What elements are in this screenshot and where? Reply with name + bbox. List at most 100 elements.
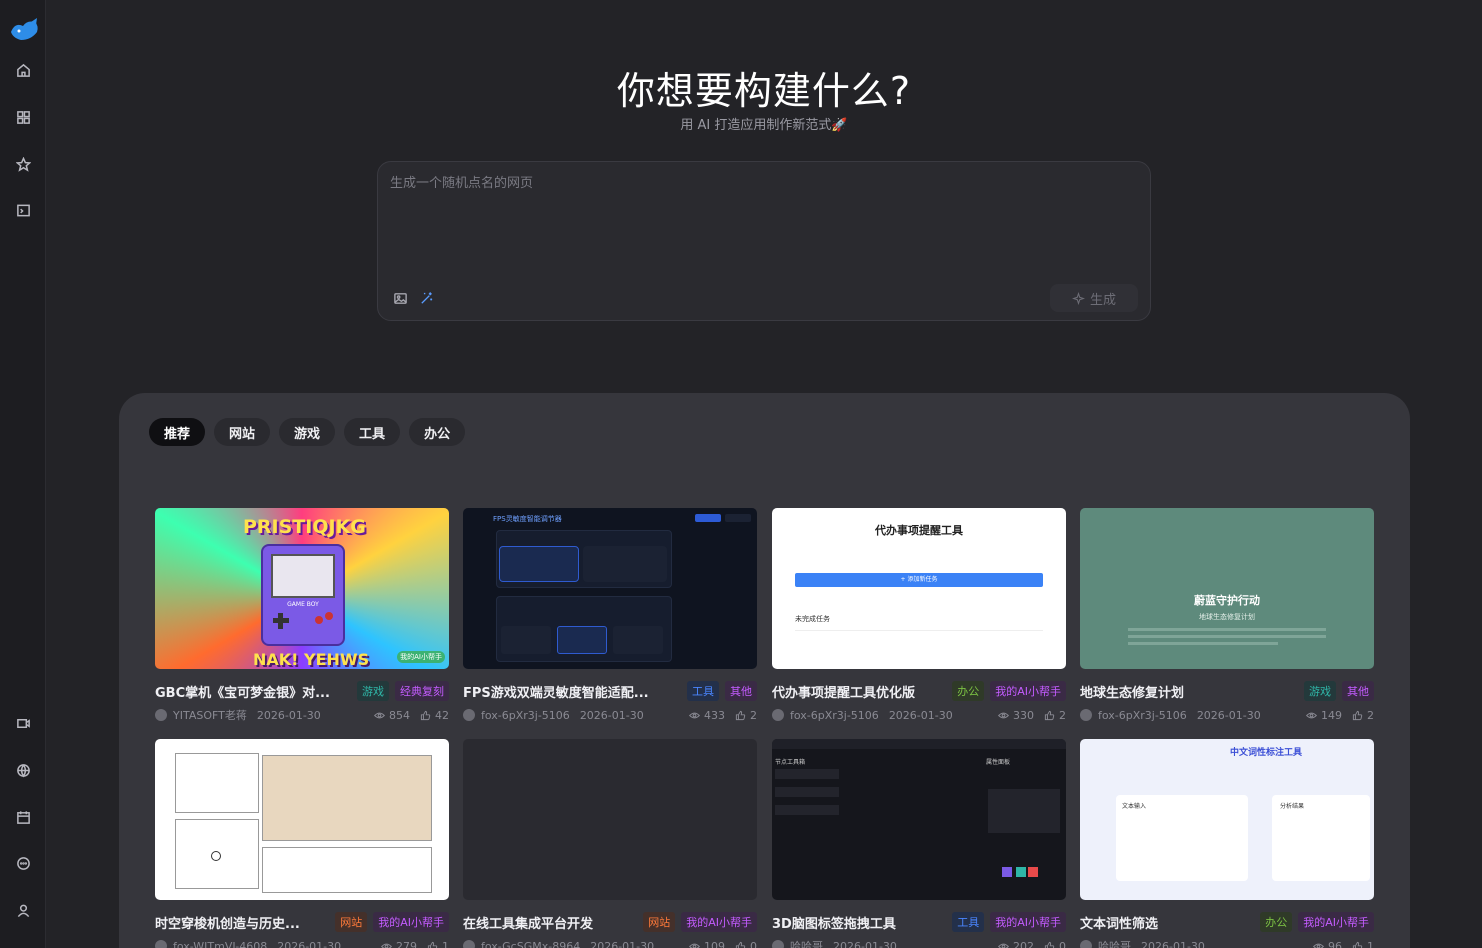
publish-date: 2026-01-30: [590, 939, 655, 948]
project-card[interactable]: 中文词性标注工具 文本输入 分析结果 文本词性筛选 办公 我的AI小帮手 哈哈哥…: [1080, 739, 1374, 948]
author-name[interactable]: 哈哈哥: [790, 938, 823, 948]
video-icon[interactable]: [11, 711, 35, 735]
card-title: 代办事项提醒工具优化版: [772, 685, 916, 701]
publish-date: 2026-01-30: [256, 708, 321, 722]
thumbs-up-icon[interactable]: [1352, 710, 1363, 721]
card-thumbnail[interactable]: FPS灵敏度智能调节器: [463, 508, 757, 669]
tag-badge[interactable]: 我的AI小帮手: [990, 912, 1066, 932]
calendar-icon[interactable]: [11, 805, 35, 829]
author-name[interactable]: fox-6pXr3j-5106: [790, 709, 879, 722]
project-card[interactable]: 蔚蓝守护行动 地球生态修复计划 地球生态修复计划 游戏 其他 fox-6pXr3…: [1080, 508, 1374, 722]
thumb-panel: 属性面板: [986, 759, 1011, 766]
thumbs-up-icon[interactable]: [735, 710, 746, 721]
author-name[interactable]: fox-6pXr3j-5106: [481, 709, 570, 722]
thumbs-up-icon[interactable]: [735, 941, 746, 948]
tab-recommend[interactable]: 推荐: [149, 418, 206, 446]
thumbs-up-icon[interactable]: [420, 710, 431, 721]
tag-badge[interactable]: 游戏: [1304, 681, 1336, 701]
tag-badge[interactable]: 我的AI小帮手: [1298, 912, 1374, 932]
publish-date: 2026-01-30: [888, 708, 953, 722]
card-thumbnail[interactable]: 蔚蓝守护行动 地球生态修复计划: [1080, 508, 1374, 669]
card-thumbnail[interactable]: 节点工具箱 属性面板: [772, 739, 1066, 900]
star-icon[interactable]: [11, 152, 35, 176]
terminal-icon[interactable]: [11, 198, 35, 222]
project-card[interactable]: 时空穿梭机创造与历史... 网站 我的AI小帮手 fox-WJTmVJ-4608…: [155, 739, 449, 948]
app-logo[interactable]: [9, 16, 41, 44]
view-count: 109: [704, 939, 725, 948]
generate-button[interactable]: 生成: [1050, 284, 1138, 312]
gameboy-console: GAME BOY: [261, 544, 345, 646]
thumb-section: 未完成任务: [795, 615, 830, 623]
project-card[interactable]: PRISTIQJKG GAME BOY NAK! YEHWS 我的AI小帮手 G…: [155, 508, 449, 722]
grid-icon[interactable]: [11, 105, 35, 129]
home-icon[interactable]: [11, 58, 35, 82]
sidebar: [0, 0, 46, 948]
globe-icon[interactable]: [11, 758, 35, 782]
project-card[interactable]: 代办事项提醒工具 + 添加新任务 未完成任务 代办事项提醒工具优化版 办公 我的…: [772, 508, 1066, 722]
avatar: [463, 709, 475, 721]
page-subtitle: 用 AI 打造应用制作新范式🚀: [680, 118, 848, 133]
thumbs-up-icon[interactable]: [1044, 941, 1055, 948]
publish-date: 2026-01-30: [579, 708, 644, 722]
tag-badge[interactable]: 工具: [952, 912, 985, 932]
tag-badge[interactable]: 其他: [725, 681, 757, 701]
project-card[interactable]: FPS灵敏度智能调节器 FPS游戏双端灵敏度智能适配... 工具 其他 fox-…: [463, 508, 757, 722]
tag-badge[interactable]: 工具: [687, 681, 719, 701]
like-count: 2: [1367, 708, 1374, 722]
chat-icon[interactable]: [11, 851, 35, 875]
tag-badge[interactable]: 其他: [1342, 681, 1374, 701]
view-count: 202: [1013, 939, 1034, 948]
card-thumbnail[interactable]: 中文词性标注工具 文本输入 分析结果: [1080, 739, 1374, 900]
tab-office[interactable]: 办公: [409, 418, 466, 446]
tag-badge[interactable]: 我的AI小帮手: [373, 912, 449, 932]
tag-badge[interactable]: 办公: [1260, 912, 1293, 932]
like-count: 1: [442, 939, 449, 948]
eye-icon: [998, 943, 1009, 948]
eye-icon: [689, 943, 700, 948]
eye-icon: [374, 712, 385, 718]
tab-website[interactable]: 网站: [214, 418, 271, 446]
prompt-input[interactable]: [390, 172, 1130, 272]
card-thumbnail[interactable]: [463, 739, 757, 900]
thumb-heading: PRISTIQJKG: [243, 516, 366, 538]
author-name[interactable]: YITASOFT老蒋: [173, 707, 247, 723]
tag-badge[interactable]: 网站: [335, 912, 368, 932]
image-upload-icon[interactable]: [391, 289, 409, 307]
tab-game[interactable]: 游戏: [279, 418, 336, 446]
tag-badge[interactable]: 经典复刻: [395, 681, 449, 701]
author-name[interactable]: fox-GcSGMx-8964: [481, 940, 580, 948]
author-name[interactable]: fox-WJTmVJ-4608: [173, 940, 267, 948]
console-label: GAME BOY: [287, 601, 319, 608]
thumbs-up-icon[interactable]: [427, 941, 438, 948]
tab-tool[interactable]: 工具: [344, 418, 401, 446]
gallery-panel: 推荐 网站 游戏 工具 办公 PRISTIQJKG GAME BOY NAK! …: [119, 393, 1410, 948]
user-icon[interactable]: [11, 898, 35, 922]
thumb-section: 节点工具箱: [775, 759, 806, 766]
thumbs-up-icon[interactable]: [1352, 941, 1363, 948]
like-count: 1: [1367, 939, 1374, 948]
avatar: [772, 709, 784, 721]
tag-badge[interactable]: 我的AI小帮手: [681, 912, 757, 932]
card-thumbnail[interactable]: [155, 739, 449, 900]
thumb-input: 文本输入: [1122, 803, 1147, 810]
card-title: 3D脑图标签拖拽工具: [772, 916, 896, 932]
card-title: 文本词性筛选: [1080, 916, 1159, 932]
project-card[interactable]: 节点工具箱 属性面板 3D脑图标签拖拽工具 工具 我的AI小帮手 哈哈哥 202…: [772, 739, 1066, 948]
thumb-button: + 添加新任务: [795, 573, 1043, 587]
author-name[interactable]: 哈哈哥: [1098, 938, 1131, 948]
thumbs-up-icon[interactable]: [1044, 710, 1055, 721]
thumb-subheading: 地球生态修复计划: [1199, 613, 1255, 621]
project-card[interactable]: 在线工具集成平台开发 网站 我的AI小帮手 fox-GcSGMx-8964 20…: [463, 739, 757, 948]
author-name[interactable]: fox-6pXr3j-5106: [1098, 709, 1187, 722]
tag-badge[interactable]: 游戏: [357, 681, 389, 701]
avatar: [1080, 709, 1092, 721]
card-thumbnail[interactable]: PRISTIQJKG GAME BOY NAK! YEHWS 我的AI小帮手: [155, 508, 449, 669]
eye-icon: [1313, 943, 1324, 948]
tag-badge[interactable]: 办公: [952, 681, 985, 701]
card-thumbnail[interactable]: 代办事项提醒工具 + 添加新任务 未完成任务: [772, 508, 1066, 669]
eye-icon: [1306, 712, 1317, 718]
tag-badge[interactable]: 网站: [643, 912, 676, 932]
card-title: FPS游戏双端灵敏度智能适配...: [463, 685, 649, 701]
magic-wand-icon[interactable]: [417, 289, 435, 307]
tag-badge[interactable]: 我的AI小帮手: [990, 681, 1066, 701]
